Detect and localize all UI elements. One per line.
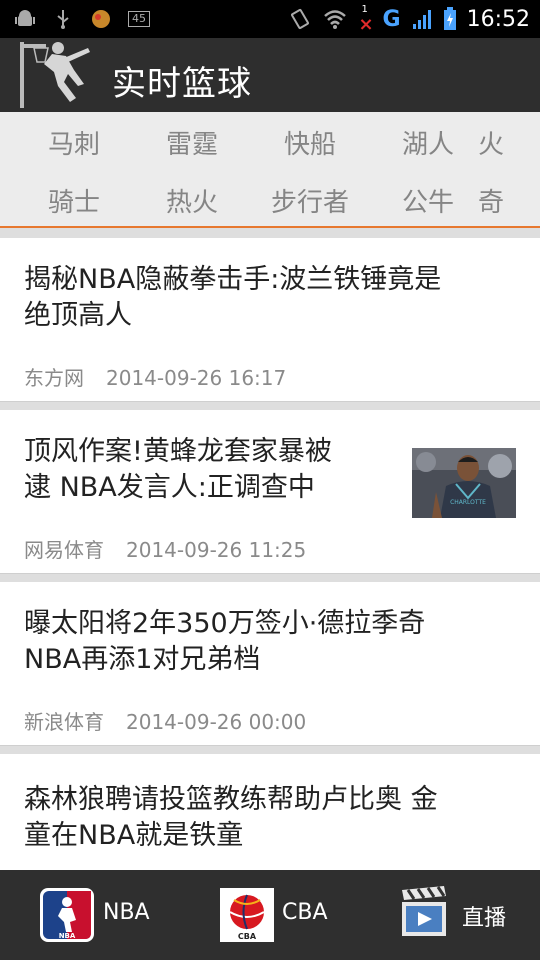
status-time: 16:52 bbox=[466, 6, 530, 32]
network-type: G bbox=[382, 6, 401, 32]
usb-icon bbox=[57, 10, 69, 29]
news-title: 森林狼聘请投篮教练帮助卢比奥 金 童在NBA就是铁童 bbox=[24, 782, 438, 854]
tab-team[interactable]: 快船 bbox=[260, 124, 360, 161]
cba-logo-icon: CBA bbox=[220, 888, 274, 942]
news-title-line: 森林狼聘请投篮教练帮助卢比奥 金 bbox=[24, 784, 438, 815]
news-meta: 网易体育 2014-09-26 11:25 bbox=[24, 534, 306, 563]
news-date: 2014-09-26 00:00 bbox=[126, 710, 307, 734]
nav-label: 直播 bbox=[462, 906, 507, 931]
nav-live[interactable]: 直播 bbox=[400, 870, 530, 960]
bottom-nav: NBA NBA CBA CBA 直播 bbox=[0, 870, 540, 960]
news-title-line: 揭秘NBA隐蔽拳击手:波兰铁锤竟是 bbox=[24, 264, 442, 295]
nav-label: CBA bbox=[282, 900, 328, 925]
clapperboard-icon bbox=[402, 886, 446, 936]
player-photo-image: CHARLOTTE bbox=[412, 448, 516, 518]
no-signal-icon: 1 × bbox=[358, 4, 374, 35]
news-source: 东方网 bbox=[24, 366, 84, 390]
news-title-line: NBA再添1对兄弟档 bbox=[24, 644, 261, 675]
news-source: 新浪体育 bbox=[24, 710, 104, 734]
team-row-2: 骑士 热火 步行者 公牛 奇 bbox=[0, 170, 540, 226]
news-title: 曝太阳将2年350万签小·德拉季奇 NBA再添1对兄弟档 bbox=[24, 606, 425, 678]
news-title: 顶风作案!黄蜂龙套家暴被 逮 NBA发言人:正调查中 bbox=[24, 434, 332, 506]
tab-team[interactable]: 骑士 bbox=[24, 182, 124, 219]
tab-team[interactable]: 雷霆 bbox=[142, 124, 242, 161]
app-title: 实时篮球 bbox=[112, 64, 252, 104]
android-debug-icon bbox=[15, 10, 35, 26]
news-date: 2014-09-26 11:25 bbox=[126, 538, 307, 562]
news-meta: 新浪体育 2014-09-26 00:00 bbox=[24, 706, 306, 735]
nav-nba[interactable]: NBA NBA bbox=[40, 870, 170, 960]
tab-team[interactable]: 公牛 bbox=[378, 182, 478, 219]
svg-text:CBA: CBA bbox=[238, 932, 257, 941]
news-list: 揭秘NBA隐蔽拳击手:波兰铁锤竟是 绝顶高人 东方网 2014-09-26 16:… bbox=[0, 230, 540, 870]
battery-level-icon: 45 bbox=[128, 11, 150, 27]
battery-icon bbox=[443, 7, 456, 30]
news-title-line: 顶风作案!黄蜂龙套家暴被 bbox=[24, 436, 332, 467]
tab-team[interactable]: 马刺 bbox=[24, 124, 124, 161]
news-title-line: 逮 NBA发言人:正调查中 bbox=[24, 472, 315, 503]
wifi-icon bbox=[323, 10, 346, 29]
status-bar: 45 1 × G 16:52 bbox=[0, 0, 540, 38]
basketball-player-logo-icon bbox=[20, 42, 90, 108]
tab-team[interactable]: 奇 bbox=[478, 182, 518, 219]
tab-team[interactable]: 热火 bbox=[142, 182, 242, 219]
news-title-line: 童在NBA就是铁童 bbox=[24, 820, 244, 851]
tab-team[interactable]: 火 bbox=[478, 124, 518, 161]
news-item[interactable]: 揭秘NBA隐蔽拳击手:波兰铁锤竟是 绝顶高人 东方网 2014-09-26 16:… bbox=[0, 238, 540, 402]
svg-text:NBA: NBA bbox=[59, 932, 76, 940]
news-item[interactable]: 顶风作案!黄蜂龙套家暴被 逮 NBA发言人:正调查中 CHARLOTTE 网易体… bbox=[0, 410, 540, 574]
tab-team[interactable]: 湖人 bbox=[378, 124, 478, 161]
signal-icon bbox=[412, 10, 431, 29]
nav-cba[interactable]: CBA CBA bbox=[220, 870, 350, 960]
tab-team[interactable]: 步行者 bbox=[260, 182, 360, 219]
nba-logo-icon: NBA bbox=[40, 888, 94, 942]
news-title-line: 曝太阳将2年350万签小·德拉季奇 bbox=[24, 608, 426, 639]
news-meta: 东方网 2014-09-26 16:17 bbox=[24, 362, 286, 391]
news-date: 2014-09-26 16:17 bbox=[106, 366, 287, 390]
news-source: 网易体育 bbox=[24, 538, 104, 562]
app-icon bbox=[92, 10, 110, 28]
team-row-1: 马刺 雷霆 快船 湖人 火 bbox=[0, 112, 540, 170]
app-bar: 实时篮球 bbox=[0, 38, 540, 112]
news-thumbnail: CHARLOTTE bbox=[412, 448, 516, 518]
news-item[interactable]: 森林狼聘请投篮教练帮助卢比奥 金 童在NBA就是铁童 bbox=[0, 754, 540, 870]
news-title-line: 绝顶高人 bbox=[24, 300, 132, 331]
status-right: 1 × G 16:52 bbox=[289, 4, 530, 35]
status-left: 45 bbox=[14, 8, 150, 30]
vibrate-icon bbox=[290, 8, 309, 30]
news-item[interactable]: 曝太阳将2年350万签小·德拉季奇 NBA再添1对兄弟档 新浪体育 2014-09… bbox=[0, 582, 540, 746]
news-title: 揭秘NBA隐蔽拳击手:波兰铁锤竟是 绝顶高人 bbox=[24, 262, 441, 334]
nav-label: NBA bbox=[103, 900, 150, 925]
team-tabs: 马刺 雷霆 快船 湖人 火 骑士 热火 步行者 公牛 奇 bbox=[0, 112, 540, 228]
thumbnail-jersey-text: CHARLOTTE bbox=[450, 499, 486, 506]
